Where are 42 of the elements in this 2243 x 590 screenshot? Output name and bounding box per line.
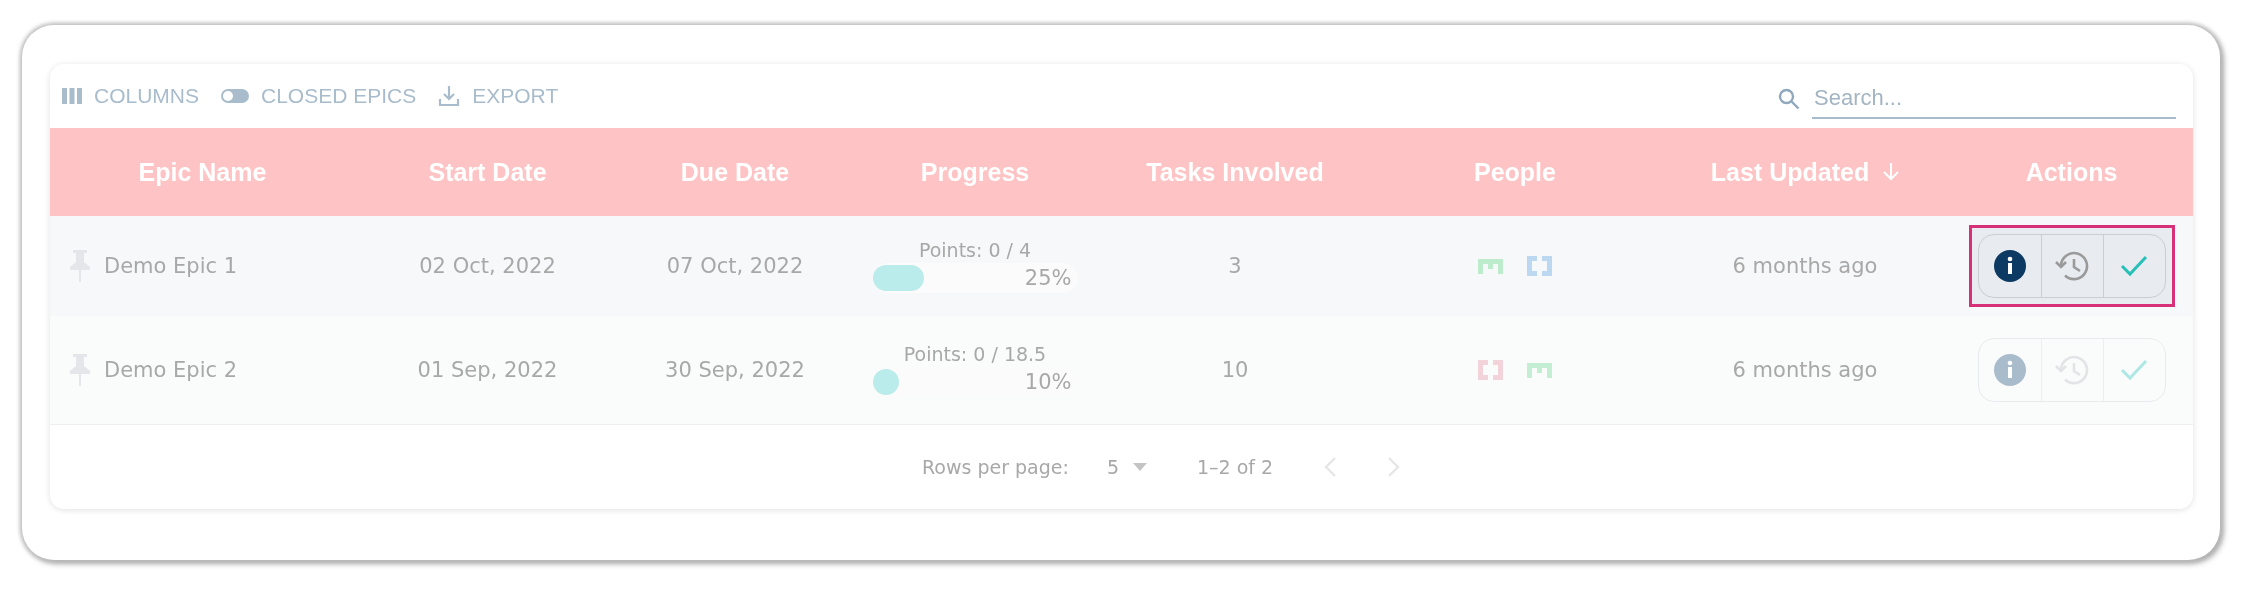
task-count: 3	[1228, 254, 1242, 278]
epic-name: Demo Epic 1	[104, 254, 238, 278]
column-header[interactable]: Progress	[920, 157, 1030, 187]
check-icon	[2120, 359, 2148, 381]
column-header[interactable]: Due Date	[680, 157, 790, 187]
history-icon	[2055, 250, 2089, 282]
sort-arrow-icon[interactable]	[1883, 163, 1900, 181]
task-count: 10	[1221, 358, 1249, 382]
column-header[interactable]: Last Updated	[1710, 157, 1870, 187]
due-date: 30 Sep, 2022	[665, 358, 805, 382]
download-icon	[438, 85, 461, 107]
toggle-button[interactable]: CLOSED EPICS	[221, 84, 417, 108]
start-date: 01 Sep, 2022	[417, 358, 558, 382]
columns-button[interactable]: COLUMNS	[62, 84, 199, 108]
info-icon	[1993, 250, 2026, 282]
chevron-right-icon	[1387, 456, 1402, 478]
last-updated: 6 months ago	[1732, 358, 1878, 382]
progress-percent: 25%	[1024, 266, 1073, 290]
info-icon	[1993, 354, 2026, 386]
rows-per-page-label: Rows per page:	[922, 456, 1069, 478]
points-label: Points: 0 / 18.5	[903, 343, 1047, 365]
column-header[interactable]: Actions	[2025, 157, 2118, 187]
epic-name: Demo Epic 2	[104, 358, 238, 382]
rows-per-page-select[interactable]: 5	[1106, 456, 1147, 478]
due-date: 07 Oct, 2022	[666, 254, 804, 278]
column-header[interactable]: Epic Name	[138, 157, 267, 187]
history-icon	[2055, 354, 2089, 386]
page-range: 1–2 of 2	[1197, 456, 1274, 478]
search-field[interactable]: Search...	[1812, 79, 2176, 119]
export-button[interactable]: EXPORT	[438, 84, 559, 108]
column-header[interactable]: Start Date	[428, 157, 547, 187]
column-header[interactable]: Tasks Involved	[1146, 157, 1324, 187]
column-header[interactable]: People	[1474, 157, 1556, 187]
caret-icon	[1133, 463, 1147, 471]
last-updated: 6 months ago	[1732, 254, 1878, 278]
progress-percent: 10%	[1024, 370, 1073, 394]
chevron-left-icon	[1323, 456, 1338, 478]
start-date: 02 Oct, 2022	[419, 254, 556, 278]
search-icon	[1778, 88, 1800, 110]
points-label: Points: 0 / 4	[918, 239, 1032, 261]
columns-icon	[62, 88, 82, 104]
check-icon	[2120, 255, 2148, 277]
